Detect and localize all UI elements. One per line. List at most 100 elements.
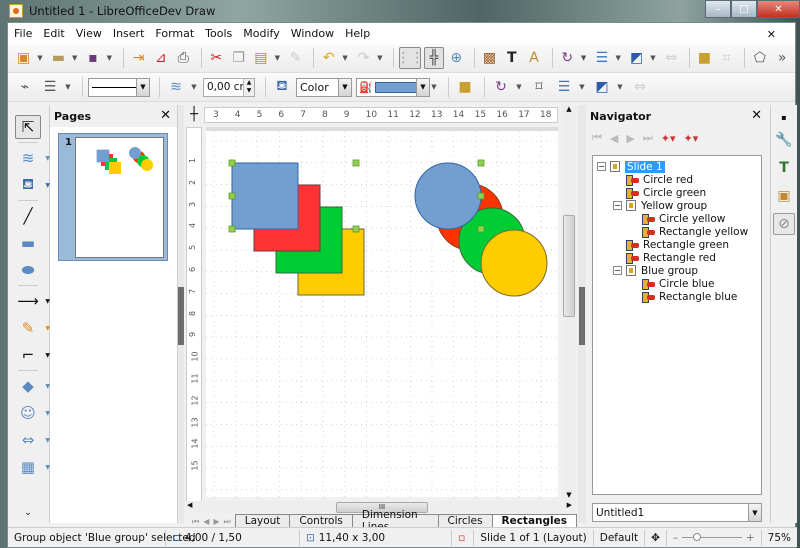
rectangle-blue[interactable] (231, 162, 299, 230)
rotate-icon[interactable]: ↻ (558, 47, 577, 69)
select-arrow-icon[interactable]: ⇱ (15, 115, 41, 139)
tab-circles[interactable]: Circles (437, 514, 493, 527)
drag-mode-icon[interactable]: ✦▾ (661, 132, 676, 145)
ellipse-tool-icon[interactable]: ⬬ (15, 258, 41, 282)
menu-tools[interactable]: Tools (205, 27, 232, 40)
arrange-dropdown-icon[interactable]: ▼ (649, 47, 656, 69)
connector-icon[interactable]: ⌐ ▼ (15, 343, 50, 367)
save-dropdown-icon[interactable]: ▼ (106, 47, 113, 69)
menu-edit[interactable]: Edit (43, 27, 64, 40)
navigator-item-circle-yellow[interactable]: Circle yellow (593, 212, 761, 225)
shapes-filter-icon[interactable]: ✦▾ (684, 132, 699, 145)
styles-icon[interactable]: T (773, 157, 795, 179)
navigator-item-circle-red[interactable]: Circle red (593, 173, 761, 186)
selection-handle[interactable] (477, 159, 485, 167)
close-document-button[interactable]: ✕ (767, 28, 776, 41)
navigator-compass-icon[interactable]: ⊘ (773, 213, 795, 235)
print-icon[interactable]: ⎙ (174, 47, 193, 69)
first-page-icon[interactable]: ⏮ (592, 131, 602, 145)
align-icon[interactable]: ☰ (553, 76, 575, 98)
chevron-down-icon[interactable]: ▼ (136, 78, 149, 96)
vertical-scroll-thumb[interactable] (563, 215, 575, 317)
redo-icon[interactable]: ↷ (354, 47, 373, 69)
document-select[interactable]: Untitled1 ▼ (592, 503, 762, 522)
menu-file[interactable]: File (14, 27, 32, 40)
next-page-icon[interactable]: ▶ (626, 132, 634, 145)
save-icon[interactable]: ▪ (83, 47, 102, 69)
selection-handle[interactable] (477, 225, 485, 233)
area-style-select[interactable]: Color ▼ (296, 77, 352, 97)
copy-icon[interactable]: ❐ (229, 47, 248, 69)
fill-color-icon[interactable]: ⛾ ▼ (15, 173, 50, 197)
rectangle-tool-icon[interactable]: ▬ (15, 231, 41, 255)
line-style-dropdown-icon[interactable]: ▼ (64, 76, 72, 98)
scroll-up-icon[interactable]: ▲ (562, 105, 576, 113)
undo-dropdown-icon[interactable]: ▼ (341, 47, 348, 69)
open-folder-icon[interactable]: ▬ (49, 47, 68, 69)
clone-formatting-icon[interactable]: ✎ (286, 47, 305, 69)
ruler-origin-icon[interactable]: ┼ (186, 107, 202, 123)
move-icon[interactable]: ✥ (645, 529, 667, 546)
new-dropdown-icon[interactable]: ▼ (36, 47, 43, 69)
fill-color-select[interactable]: ⛽ ▼ (356, 77, 430, 97)
sidebar-menu-icon[interactable]: ▪ (773, 111, 795, 123)
gallery-icon[interactable]: ▣ (773, 185, 795, 207)
symbol-shapes-icon[interactable]: ☺ ▼ (15, 401, 50, 425)
export-icon[interactable]: ⇥ (129, 47, 148, 69)
menu-insert[interactable]: Insert (113, 27, 145, 40)
arrange-dropdown-icon[interactable]: ▼ (616, 76, 624, 98)
drawing-page[interactable] (206, 127, 558, 497)
flowchart-icon[interactable]: ▦ ▼ (15, 455, 50, 479)
insert-image-icon[interactable]: ▩ (480, 47, 499, 69)
circle-blue[interactable] (414, 162, 482, 230)
collapse-icon[interactable]: − (613, 201, 622, 210)
navigator-item-rectangle-red[interactable]: Rectangle red (593, 251, 761, 264)
close-window-button[interactable]: ✕ (757, 0, 800, 18)
paste-icon[interactable]: ▤ (251, 47, 270, 69)
properties-wrench-icon[interactable]: 🔧 (773, 129, 795, 151)
splitter-grip[interactable] (579, 287, 585, 345)
menu-modify[interactable]: Modify (243, 27, 279, 40)
tab-navigation-icons[interactable]: ⏮◀▶⏭ (184, 517, 235, 527)
navigator-item-rectangle-yellow[interactable]: Rectangle yellow (593, 225, 761, 238)
pencil-curve-icon[interactable]: ✎ ▼ (15, 316, 50, 340)
spinner-arrows-icon[interactable]: ▲ ▼ (243, 78, 254, 96)
close-icon[interactable]: ✕ (751, 108, 762, 123)
horizontal-ruler[interactable]: 345678910111213141516171819 (204, 107, 573, 123)
fill-dropdown-icon[interactable]: ▼ (430, 76, 438, 98)
drawing-canvas[interactable] (206, 131, 558, 497)
tab-layout[interactable]: Layout (234, 514, 291, 527)
line-width-spinner[interactable]: 0,00 cm ▲ ▼ (203, 77, 255, 97)
basic-shapes-icon[interactable]: ◆ ▼ (15, 374, 50, 398)
selection-handle[interactable] (228, 159, 236, 167)
line-style-icon[interactable]: ☰ (39, 76, 61, 98)
crop-icon[interactable]: ⌗ (717, 47, 736, 69)
toolbar-more-icon[interactable]: ⌄ (15, 501, 41, 525)
menu-view[interactable]: View (76, 27, 102, 40)
menu-format[interactable]: Format (155, 27, 194, 40)
navigator-item-yellow-group[interactable]: − Yellow group (593, 199, 761, 212)
tab-controls[interactable]: Controls (289, 514, 353, 527)
line-tool-icon[interactable]: ╱ (15, 204, 41, 228)
line-color-icon[interactable]: ≋ (165, 76, 187, 98)
master-page-status[interactable]: Default (594, 529, 646, 546)
chevron-down-icon[interactable]: ▼ (338, 78, 351, 96)
line-color-dropdown-icon[interactable]: ▼ (190, 76, 198, 98)
open-dropdown-icon[interactable]: ▼ (71, 47, 78, 69)
selection-handle[interactable] (352, 225, 360, 233)
selection-handle[interactable] (477, 192, 485, 200)
rotate-dropdown-icon[interactable]: ▼ (580, 47, 587, 69)
align-dropdown-icon[interactable]: ▼ (578, 76, 586, 98)
navigator-item-blue-group[interactable]: − Blue group (593, 264, 761, 277)
line-style-select[interactable]: ▼ (88, 77, 150, 97)
chevron-down-icon[interactable]: ▼ (416, 78, 429, 96)
align-dropdown-icon[interactable]: ▼ (615, 47, 622, 69)
shadow-icon[interactable]: ■ (454, 76, 476, 98)
previous-page-icon[interactable]: ◀ (610, 132, 618, 145)
page-thumbnail-selected[interactable]: 1 (58, 133, 168, 261)
arrange-icon[interactable]: ◩ (591, 76, 613, 98)
zoom-in-icon[interactable]: + (746, 532, 755, 544)
points-icon[interactable]: ⬠ (750, 47, 769, 69)
helplines-icon[interactable]: ╬ (424, 47, 444, 69)
zoom-knob[interactable] (693, 533, 702, 541)
